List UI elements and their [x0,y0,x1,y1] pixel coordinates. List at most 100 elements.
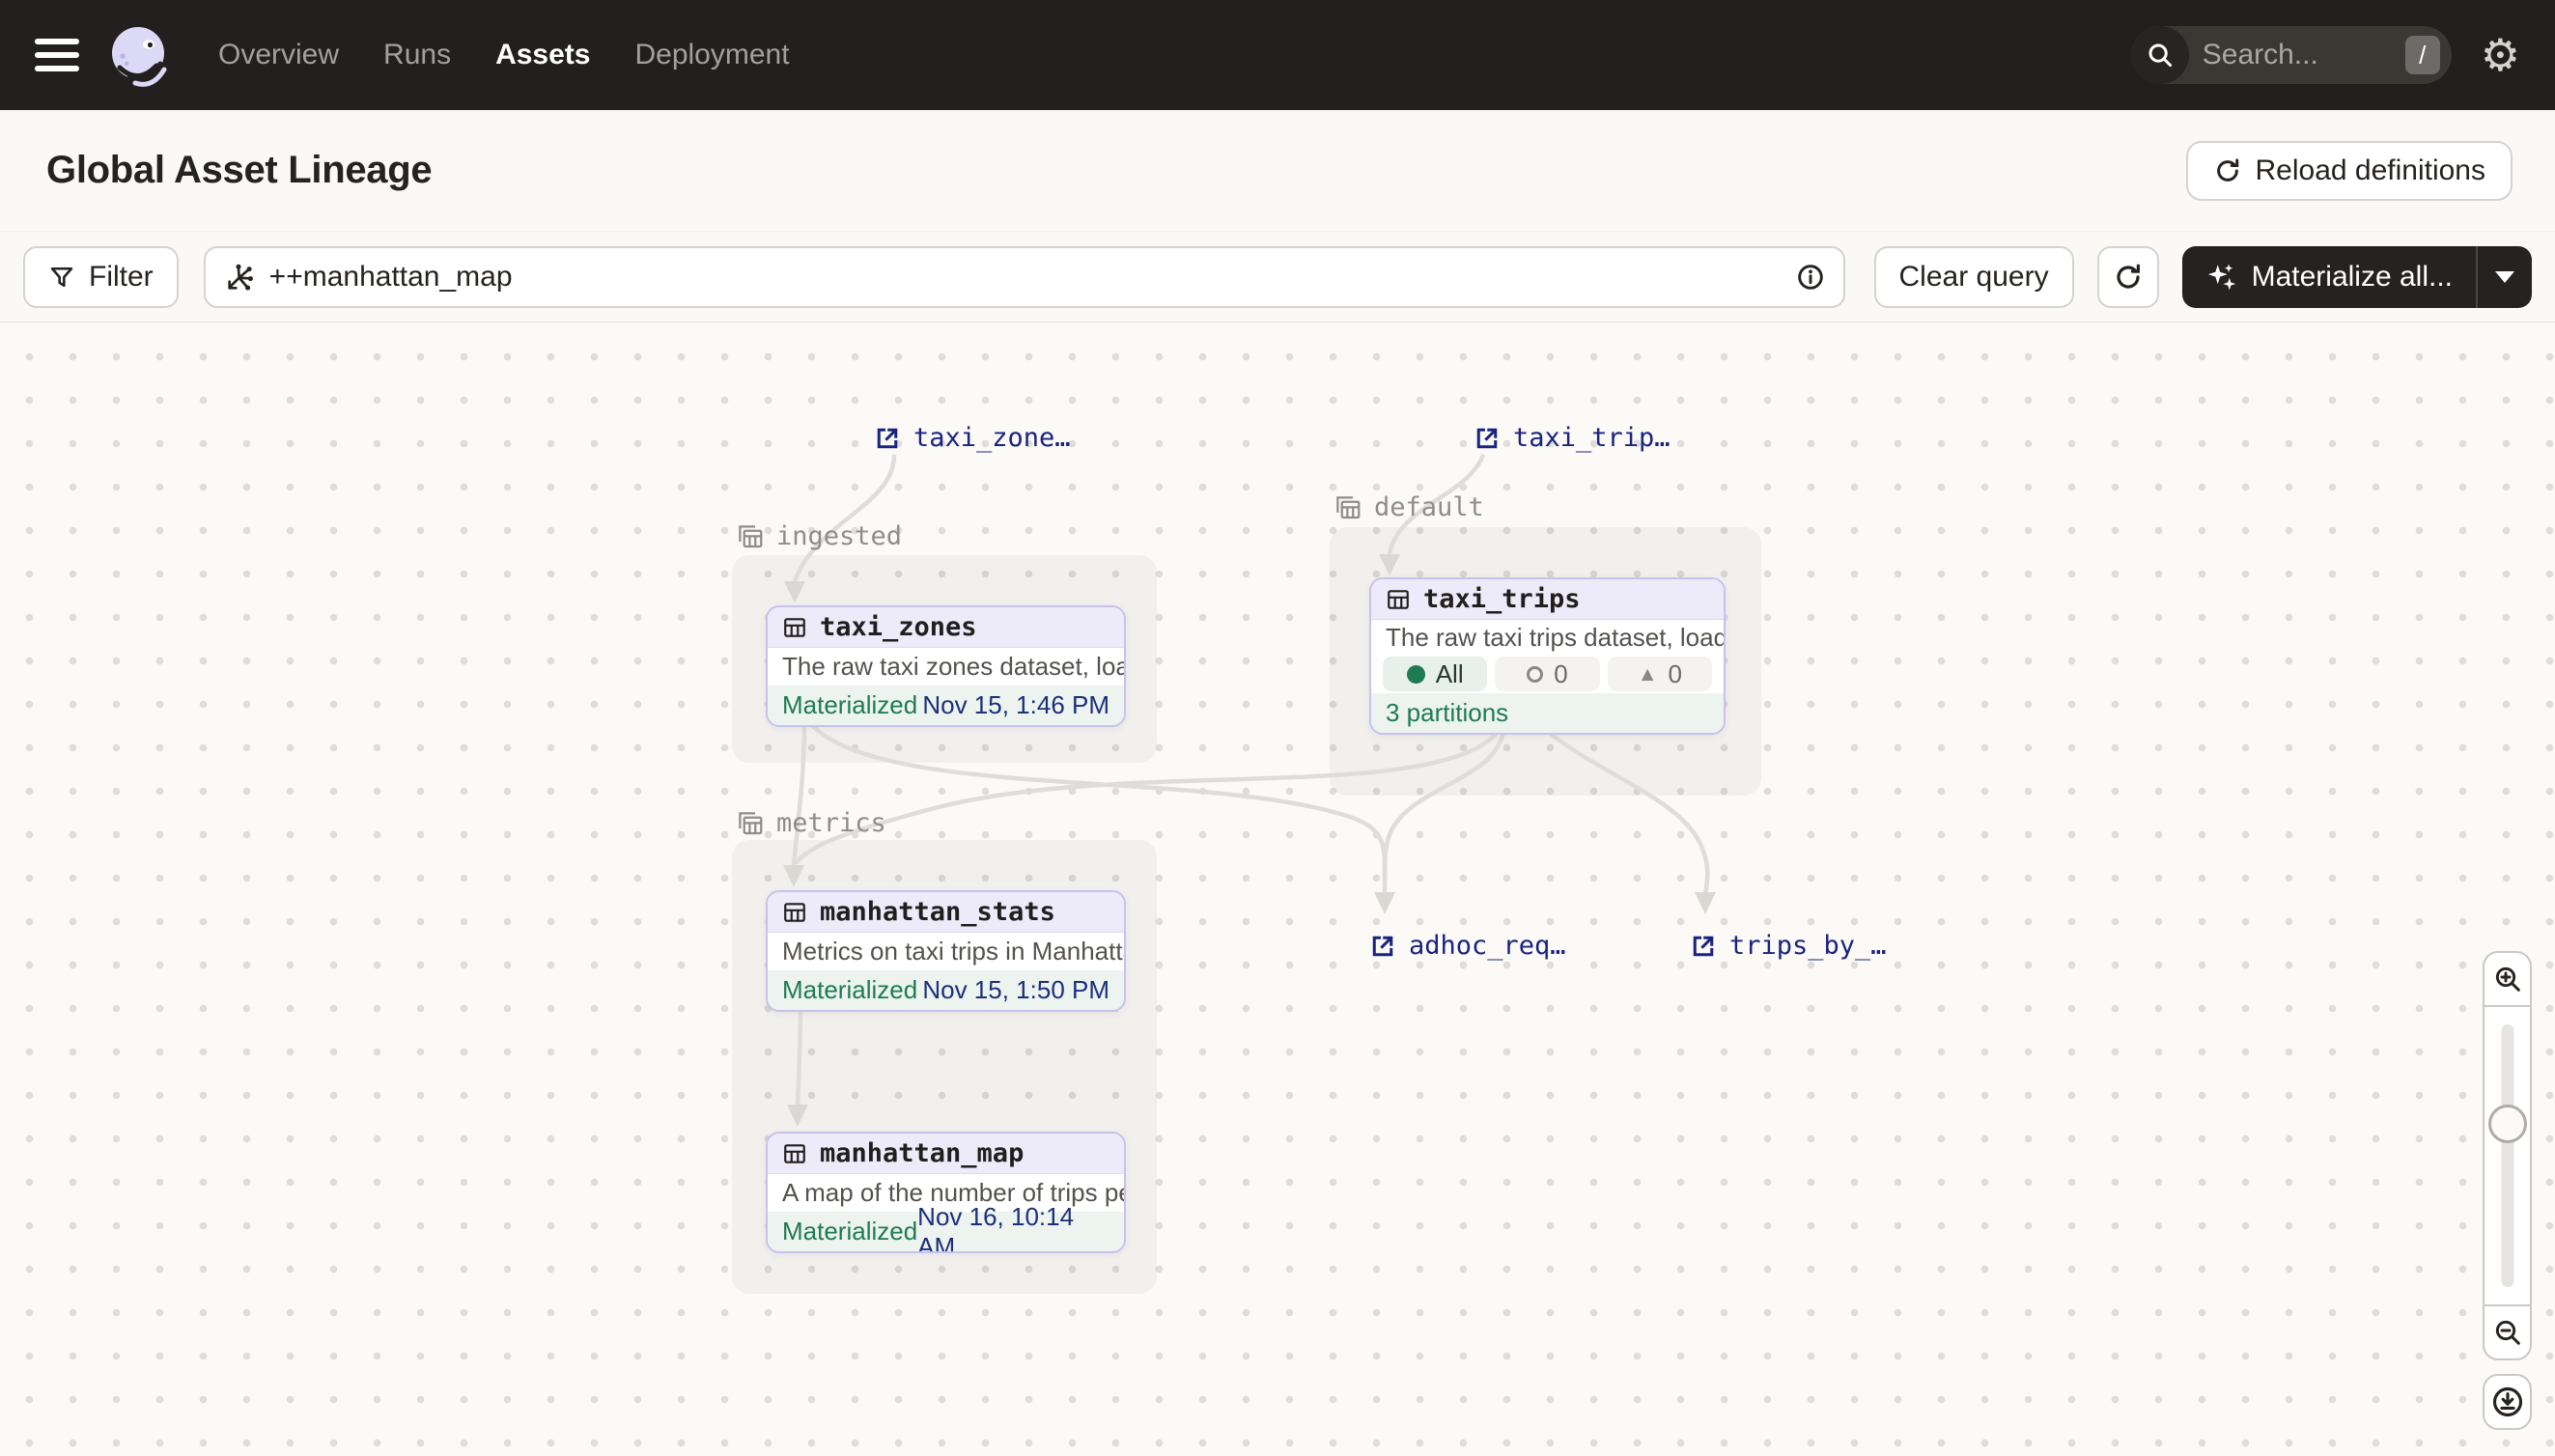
materialization-timestamp[interactable]: Nov 16, 10:14 AM [917,1202,1109,1254]
edge-taxizones-to-adhocreq [810,723,1385,892]
asset-node-taxi-trips[interactable]: taxi_trips The raw taxi trips dataset, l… [1369,577,1726,735]
link-node-taxi-trip[interactable]: taxi_trip… [1474,423,1671,453]
menu-icon[interactable] [35,39,79,71]
link-node-adhoc-req[interactable]: adhoc_req… [1369,931,1566,961]
partition-pill-failed[interactable]: ▲ 0 [1608,657,1712,691]
status-badge: Materialized [782,690,917,720]
partition-pill-materialized[interactable]: All [1383,657,1487,691]
funnel-icon [48,264,75,291]
link-label: taxi_trip… [1513,423,1671,453]
status-badge: Materialized [782,1217,917,1246]
materialize-options-button[interactable] [2478,246,2532,308]
zoom-slider[interactable] [2485,1005,2530,1306]
zoom-slider-thumb[interactable] [2488,1105,2527,1143]
group-name: default [1374,492,1484,522]
arrowhead [1695,892,1716,914]
asset-status-footer: Materialized Nov 15, 1:50 PM [768,970,1124,1010]
materialize-all-split-button: Materialize all... [2182,246,2532,308]
clear-query-button[interactable]: Clear query [1874,246,2074,308]
materialize-all-button[interactable]: Materialize all... [2182,246,2476,308]
link-label: adhoc_req… [1409,931,1566,961]
search-icon [2131,26,2189,84]
sparkle-icon [2205,261,2238,294]
lineage-toolbar: Filter Clear query Materializ [0,232,2555,322]
settings-gear-icon[interactable]: ⚙ [2481,33,2520,77]
asset-description: The raw taxi zones dataset, loaded int..… [768,648,1124,686]
arrowhead [784,581,805,603]
partitions-count[interactable]: 3 partitions [1386,698,1508,728]
page-header: Global Asset Lineage Reload definitions [0,110,2555,232]
group-label-ingested[interactable]: ingested [736,521,902,551]
asset-node-header: taxi_trips [1371,579,1724,620]
external-link-icon [1369,933,1396,960]
status-badge: Materialized [782,975,917,1005]
reload-definitions-button[interactable]: Reload definitions [2186,141,2513,201]
group-tables-icon [1334,493,1362,522]
partition-pill-missing[interactable]: 0 [1495,657,1599,691]
reload-icon [2213,156,2242,185]
zoom-out-button[interactable] [2485,1306,2530,1358]
table-icon [782,1141,807,1166]
group-label-default[interactable]: default [1334,492,1484,522]
asset-node-taxi-zones[interactable]: taxi_zones The raw taxi zones dataset, l… [766,605,1126,727]
filter-label: Filter [89,261,154,294]
dagster-logo-icon[interactable] [106,23,170,87]
asset-selection-input-box[interactable] [204,246,1845,308]
edge-taxitrips-to-manhattanstats [796,731,1499,863]
asset-node-manhattan-stats[interactable]: manhattan_stats Metrics on taxi trips in… [766,890,1126,1012]
asset-name: taxi_trips [1423,584,1581,614]
edge-manhattanstats-to-manhattanmap [798,1008,800,1106]
external-link-icon [1690,933,1717,960]
ring-icon [1527,666,1543,683]
asset-node-header: taxi_zones [768,607,1124,648]
group-label-metrics[interactable]: metrics [736,808,886,838]
search-box[interactable]: / [2131,26,2452,84]
partition-pill-label: 0 [1554,659,1567,689]
chevron-down-icon [2495,271,2514,283]
table-icon [782,900,807,925]
filter-button[interactable]: Filter [23,246,179,308]
download-image-button[interactable] [2483,1374,2532,1430]
asset-name: taxi_zones [820,612,977,642]
materialization-timestamp[interactable]: Nov 15, 1:50 PM [922,975,1109,1005]
asset-node-header: manhattan_map [768,1134,1124,1174]
asset-node-manhattan-map[interactable]: manhattan_map A map of the number of tri… [766,1132,1126,1253]
arrowhead [787,1105,808,1127]
nav-item-deployment[interactable]: Deployment [634,39,789,71]
asset-selection-input[interactable] [269,261,1780,294]
reload-label: Reload definitions [2256,154,2486,187]
page-title: Global Asset Lineage [46,149,432,192]
partition-health-row: All 0 ▲ 0 [1371,655,1724,693]
link-node-trips-by[interactable]: trips_by_… [1690,931,1887,961]
table-icon [782,615,807,640]
group-name: metrics [776,808,886,838]
edge-taxizone-link-to-taxizones [795,455,894,581]
link-label: trips_by_… [1729,931,1887,961]
asset-status-footer: Materialized Nov 16, 10:14 AM [768,1212,1124,1251]
search-input[interactable] [2203,39,2405,71]
arrowhead [783,865,804,887]
refresh-graph-button[interactable] [2097,246,2159,308]
lineage-edges [0,322,2555,1456]
info-icon[interactable] [1795,262,1826,293]
asset-status-footer: Materialized Nov 15, 1:46 PM [768,686,1124,725]
nav-item-runs[interactable]: Runs [383,39,451,71]
zoom-slider-track[interactable] [2501,1024,2513,1287]
lineage-canvas[interactable]: ingested default metrics taxi_zone… taxi… [0,322,2555,1456]
clear-query-label: Clear query [1899,261,2049,294]
triangle-icon: ▲ [1638,664,1658,685]
top-nav: Overview Runs Assets Deployment / ⚙ [0,0,2555,110]
nav-item-assets[interactable]: Assets [495,39,590,71]
table-icon [1386,587,1411,612]
materialization-timestamp[interactable]: Nov 15, 1:46 PM [922,690,1109,720]
zoom-in-button[interactable] [2485,953,2530,1005]
asset-name: manhattan_map [820,1138,1024,1168]
nav-links: Overview Runs Assets Deployment [218,39,790,71]
filled-dot-icon [1407,665,1425,684]
asset-description: Metrics on taxi trips in Manhattan [768,933,1124,970]
nav-item-overview[interactable]: Overview [218,39,339,71]
search-shortcut-key: / [2405,36,2440,74]
download-icon [2490,1385,2525,1419]
group-name: ingested [776,521,902,551]
link-node-taxi-zone[interactable]: taxi_zone… [874,423,1071,453]
